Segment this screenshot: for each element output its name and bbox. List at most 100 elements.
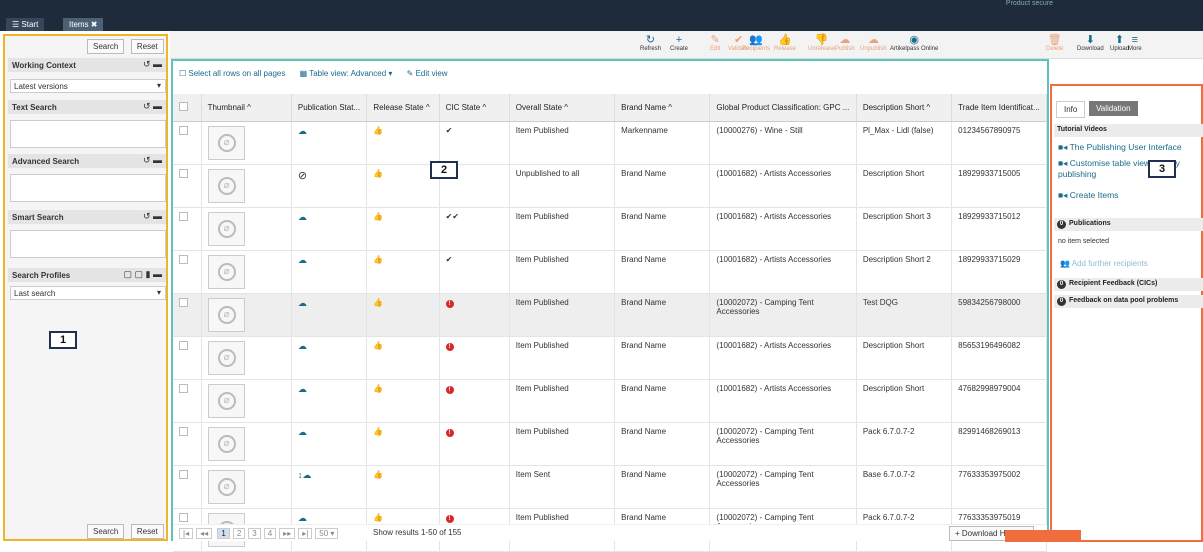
profile-actions-icons[interactable]: ▢ ▢ ▮ ▬ xyxy=(124,269,162,280)
edit-view-link[interactable]: ✎ Edit view xyxy=(407,69,448,78)
thumbnail[interactable]: ⌀ xyxy=(207,254,245,289)
search-profile-select[interactable]: Last search ▾ xyxy=(10,286,166,300)
table-row[interactable]: ⌀ ↕☁ 👍 Item Sent Brand Name (10002072) - Camp… xyxy=(173,465,1047,509)
video-link-create-items[interactable]: ■◂ Create Items xyxy=(1058,190,1118,201)
thumbnail[interactable]: ⌀ xyxy=(207,211,245,246)
row-checkbox[interactable] xyxy=(179,211,188,221)
row-checkbox[interactable] xyxy=(179,469,188,479)
search-panel: Search Reset Working Context ↺ ▬ Latest v… xyxy=(3,34,168,541)
thumbnail[interactable]: ⌀ xyxy=(207,469,245,504)
recipient-feedback-header[interactable]: 0 Recipient Feedback (CICs) xyxy=(1054,278,1203,291)
column-header[interactable]: Brand Name ^ xyxy=(614,94,711,122)
row-checkbox[interactable] xyxy=(179,426,188,436)
column-header[interactable]: Publication Stat... xyxy=(291,94,368,122)
column-header[interactable]: Description Short ^ xyxy=(856,94,953,122)
datapool-feedback-header[interactable]: 0 Feedback on data pool problems xyxy=(1054,295,1203,308)
next-page-button[interactable]: ▸▸ xyxy=(279,528,296,539)
row-checkbox[interactable] xyxy=(179,340,188,350)
page-button[interactable]: 1 xyxy=(217,528,230,539)
toolbar-button-artikelpass-online[interactable]: ◉ Artikelpass Online xyxy=(890,34,938,52)
table-row[interactable]: ⌀ ☁ 👍! Item Published Brand Name (10001682) -… xyxy=(173,336,1047,380)
page-button[interactable]: 3 xyxy=(248,528,261,539)
table-row[interactable]: ⌀ ☁ 👍 ✔ Item Published Brand Name (10001682) -… xyxy=(173,250,1047,294)
search-button[interactable]: Search xyxy=(87,39,125,54)
thumbnail[interactable]: ⌀ xyxy=(207,383,245,418)
page-size-select[interactable]: 50 ▾ xyxy=(315,528,339,539)
column-header[interactable]: Thumbnail ^ xyxy=(201,94,292,122)
page-button[interactable]: 4 xyxy=(263,528,277,539)
toolbar-button-upload[interactable]: ⬆ Upload xyxy=(1110,34,1129,52)
toolbar-button-unrelease[interactable]: 👎 Unrelease xyxy=(808,34,835,52)
reset-collapse-icon[interactable]: ↺ ▬ xyxy=(143,59,162,70)
table-view-select[interactable]: ▦ Table view: Advanced ▾ xyxy=(300,69,393,78)
tab-start[interactable]: ☰ Start xyxy=(6,18,45,31)
text-search-header[interactable]: Text Search ↺ ▬ xyxy=(8,100,166,114)
toolbar-button-release[interactable]: 👍 Release xyxy=(774,34,796,52)
advanced-search-header[interactable]: Advanced Search ↺ ▬ xyxy=(8,154,166,168)
tab-validation[interactable]: Validation xyxy=(1089,101,1138,116)
reset-collapse-icon[interactable]: ↺ ▬ xyxy=(143,101,162,112)
reset-collapse-icon[interactable]: ↺ ▬ xyxy=(143,211,162,222)
search-profiles-header[interactable]: Search Profiles ▢ ▢ ▮ ▬ xyxy=(8,268,166,282)
thumbs-up-icon: 👍 xyxy=(373,125,384,135)
toolbar-button-recipients[interactable]: 👥 Recipients xyxy=(742,34,770,52)
toolbar-button-refresh[interactable]: ↻ Refresh xyxy=(640,34,661,52)
reset-button[interactable]: Reset xyxy=(130,39,164,54)
table-row[interactable]: ⌀ ☁ 👍 ✔ Item Published Markenname (10000276) -… xyxy=(173,121,1047,165)
tab-items[interactable]: Items ✖ xyxy=(63,18,104,31)
table-row[interactable]: ⌀ ⊘ 👍 Unpublished to all Brand Name (10001682… xyxy=(173,164,1047,208)
header-select-all[interactable] xyxy=(173,94,202,122)
thumbnail[interactable]: ⌀ xyxy=(207,297,245,332)
select-all-link[interactable]: ☐ Select all rows on all pages xyxy=(179,69,285,78)
brand-name: Brand Name xyxy=(614,164,711,208)
toolbar-icon: ≡ xyxy=(1131,34,1139,46)
last-page-button[interactable]: ▸| xyxy=(298,528,313,539)
first-page-button[interactable]: |◂ xyxy=(179,528,194,539)
reset-button-bottom[interactable]: Reset xyxy=(130,524,164,539)
toolbar-button-delete[interactable]: 🗑 Delete xyxy=(1046,34,1063,52)
toolbar-button-more[interactable]: ≡ More xyxy=(1128,34,1142,52)
thumbnail[interactable]: ⌀ xyxy=(207,168,245,203)
table-row[interactable]: ⌀ ☁ 👍! Item Published Brand Name (10001682) -… xyxy=(173,379,1047,423)
thumbnail[interactable]: ⌀ xyxy=(207,125,245,160)
text-search-input[interactable] xyxy=(10,120,166,148)
row-checkbox[interactable] xyxy=(179,383,188,393)
working-context-select[interactable]: Latest versions ▾ xyxy=(10,79,166,93)
table-row[interactable]: ⌀ ☁ 👍! Item PublishedBrand Name(10002072) -… xyxy=(173,422,1047,466)
tab-info[interactable]: Info xyxy=(1056,101,1086,118)
smart-search-header[interactable]: Smart Search ↺ ▬ xyxy=(8,210,166,224)
column-header[interactable]: Trade Item Identificat... xyxy=(951,94,1047,122)
toolbar-icon: ☁ xyxy=(839,34,851,46)
search-button-bottom[interactable]: Search xyxy=(87,524,125,539)
column-header[interactable]: Release State ^ xyxy=(366,94,440,122)
toolbar-button-publish[interactable]: ☁ Publish xyxy=(835,34,855,52)
publications-header[interactable]: 0 Publications xyxy=(1054,218,1203,231)
page-button[interactable]: 2 xyxy=(232,528,246,539)
advanced-search-input[interactable] xyxy=(10,174,166,202)
row-checkbox[interactable] xyxy=(179,168,188,178)
table-row[interactable]: ⌀ ☁ 👍 ✔✔ Item Published Brand Name (10001682) … xyxy=(173,207,1047,251)
column-header[interactable]: Global Product Classification: GPC ... xyxy=(709,94,857,122)
row-checkbox[interactable] xyxy=(179,297,188,307)
reset-collapse-icon[interactable]: ↺ ▬ xyxy=(143,155,162,166)
toolbar-button-unpublish[interactable]: ☁ Unpublish xyxy=(860,34,887,52)
thumbnail[interactable]: ⌀ xyxy=(207,426,245,461)
prev-page-button[interactable]: ◂◂ xyxy=(196,528,213,539)
row-checkbox[interactable] xyxy=(179,512,188,522)
column-header[interactable]: Overall State ^ xyxy=(509,94,616,122)
toolbar-button-download[interactable]: ⬇ Download xyxy=(1077,34,1104,52)
toolbar-button-edit[interactable]: ✎ Edit xyxy=(710,34,720,52)
video-link-publishing-ui[interactable]: ■◂ The Publishing User Interface xyxy=(1058,142,1182,153)
column-header[interactable]: CIC State ^ xyxy=(439,94,510,122)
checkbox[interactable] xyxy=(179,101,188,111)
working-context-header[interactable]: Working Context ↺ ▬ xyxy=(8,58,166,72)
row-checkbox[interactable] xyxy=(179,254,188,264)
toolbar-button-create[interactable]: + Create xyxy=(670,34,688,52)
table-row[interactable]: ⌀ ☁ 👍! Item PublishedBrand Name(10002072) -… xyxy=(173,293,1047,337)
no-image-icon: ⌀ xyxy=(217,305,236,324)
row-checkbox[interactable] xyxy=(179,125,188,135)
thumbnail[interactable]: ⌀ xyxy=(207,340,245,375)
chevron-down-icon: ▾ xyxy=(156,288,161,297)
add-recipients-link[interactable]: 👥 Add further recipients xyxy=(1060,259,1148,268)
smart-search-input[interactable] xyxy=(10,230,166,258)
